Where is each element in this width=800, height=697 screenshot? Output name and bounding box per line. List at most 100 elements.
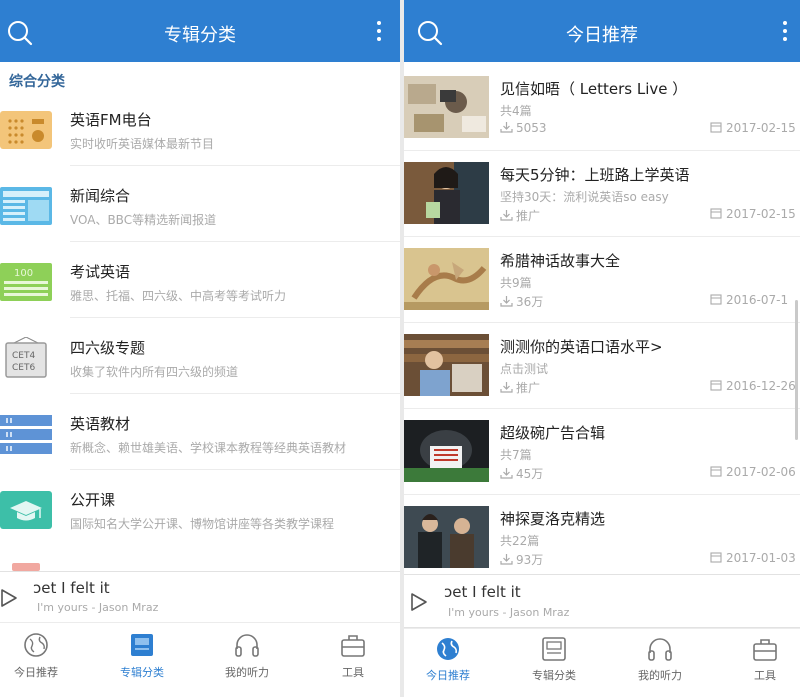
more-options-icon[interactable]	[374, 21, 384, 45]
tab-tools[interactable]: 工具	[715, 629, 800, 697]
publish-date: 2017-02-15	[710, 121, 796, 135]
album-subtitle: 坚持30天：流利说英语so easy	[500, 190, 669, 204]
headphones-icon	[648, 638, 672, 661]
album-icon	[542, 637, 566, 661]
page-title: 今日推荐	[566, 25, 638, 46]
category-description: 雅思、托福、四六级、中高考等考试听力	[70, 289, 287, 303]
download-icon	[500, 296, 513, 307]
download-icon	[500, 122, 513, 133]
mini-player[interactable]: ɔet I felt it I'm yours - Jason Mraz	[404, 574, 800, 628]
calendar-icon	[710, 466, 722, 477]
globe-icon	[24, 633, 48, 657]
tab-today[interactable]: 今日推荐	[0, 623, 86, 695]
category-name: 公开课	[70, 491, 116, 509]
toolbox-icon	[753, 639, 777, 661]
category-item-fm-radio[interactable]: 英语FM电台 实时收听英语媒体最新节目	[0, 109, 400, 185]
mini-player[interactable]: ɔet I felt it I'm yours - Jason Mraz	[0, 571, 400, 623]
publish-date: 2017-02-15	[710, 207, 796, 221]
now-playing-title: ɔet I felt it	[444, 583, 521, 601]
partial-category-icon	[12, 563, 40, 571]
now-playing-artist: I'm yours - Jason Mraz	[448, 606, 570, 619]
download-icon	[500, 468, 513, 479]
tab-today[interactable]: 今日推荐	[404, 629, 498, 697]
headphones-icon	[235, 634, 259, 657]
tab-my-listening[interactable]: 我的听力	[610, 629, 710, 697]
divider	[70, 317, 400, 318]
category-name: 英语教材	[70, 415, 131, 433]
album-item[interactable]: 超级碗广告合辑 共7篇 45万 2017-02-06	[404, 420, 800, 506]
svg-text:CET6: CET6	[12, 363, 35, 373]
more-options-icon[interactable]	[780, 21, 790, 45]
calendar-icon	[710, 294, 722, 305]
globe-icon	[437, 638, 459, 660]
scrollbar[interactable]	[795, 300, 798, 440]
download-count: 93万	[500, 551, 543, 568]
category-item-open-courses[interactable]: 公开课 国际知名大学公开课、博物馆讲座等各类教学课程	[0, 489, 400, 565]
album-subtitle: 共7篇	[500, 448, 532, 462]
play-icon[interactable]	[0, 588, 18, 608]
category-item-news[interactable]: 新闻综合 VOA、BBC等精选新闻报道	[0, 185, 400, 261]
album-cover	[404, 420, 489, 482]
svg-text:100: 100	[14, 268, 33, 279]
today-recommend-screen: 今日推荐 见信如晤（ Letters Live ） 共4篇 5053 2017-…	[404, 0, 800, 697]
album-cover	[404, 506, 489, 568]
calendar-icon	[710, 208, 722, 219]
category-name: 新闻综合	[70, 187, 131, 205]
album-subtitle: 共9篇	[500, 276, 532, 290]
album-icon	[131, 634, 153, 656]
publish-date: 2016-07-1	[710, 293, 788, 307]
top-bar: 专辑分类	[0, 0, 400, 62]
bottom-tab-bar: 今日推荐 专辑分类 我的听力 工具	[404, 628, 800, 697]
divider	[404, 150, 800, 151]
publish-date: 2016-12-26	[710, 379, 796, 393]
calendar-icon	[710, 380, 722, 391]
bookshelf-icon	[0, 415, 52, 454]
calendar-icon	[710, 122, 722, 133]
category-item-exam-english[interactable]: 100 考试英语 雅思、托福、四六级、中高考等考试听力	[0, 261, 400, 337]
album-title: 测测你的英语口语水平>	[500, 338, 663, 356]
album-cover	[404, 248, 489, 310]
divider	[70, 393, 400, 394]
tab-albums[interactable]: 专辑分类	[504, 629, 604, 697]
svg-text:CET4: CET4	[12, 351, 35, 361]
album-cover	[404, 334, 489, 396]
album-title: 见信如晤（ Letters Live ）	[500, 80, 688, 98]
category-item-cet[interactable]: CET4 CET6 四六级专题 收集了软件内所有四六级的频道	[0, 337, 400, 413]
album-item[interactable]: 每天5分钟：上班路上学英语 坚持30天：流利说英语so easy 推广 2017…	[404, 162, 800, 248]
album-item[interactable]: 希腊神话故事大全 共9篇 36万 2016-07-1	[404, 248, 800, 334]
publish-date: 2017-02-06	[710, 465, 796, 479]
album-item[interactable]: 见信如晤（ Letters Live ） 共4篇 5053 2017-02-15	[404, 76, 800, 162]
download-icon	[500, 210, 513, 221]
tab-my-listening[interactable]: 我的听力	[197, 623, 297, 695]
album-title: 神探夏洛克精选	[500, 510, 606, 528]
divider	[70, 241, 400, 242]
category-description: 新概念、赖世雄美语、学校课本教程等经典英语教材	[70, 441, 347, 455]
page-title: 专辑分类	[164, 25, 236, 46]
divider	[404, 494, 800, 495]
divider	[70, 469, 400, 470]
album-cover	[404, 162, 489, 224]
tab-albums[interactable]: 专辑分类	[92, 623, 192, 695]
now-playing-artist: I'm yours - Jason Mraz	[37, 601, 159, 614]
album-title: 每天5分钟：上班路上学英语	[500, 166, 690, 184]
download-count: 45万	[500, 465, 543, 482]
category-description: 收集了软件内所有四六级的频道	[70, 365, 239, 379]
album-cover	[404, 76, 489, 138]
publish-date: 2017-01-03	[710, 551, 796, 565]
divider	[404, 236, 800, 237]
play-icon[interactable]	[410, 592, 428, 612]
now-playing-title: ɔet I felt it	[33, 579, 110, 597]
category-item-textbooks[interactable]: 英语教材 新概念、赖世雄美语、学校课本教程等经典英语教材	[0, 413, 400, 489]
top-bar: 今日推荐	[404, 0, 800, 62]
graduation-cap-icon	[0, 491, 52, 529]
tab-tools[interactable]: 工具	[303, 623, 400, 695]
download-count: 5053	[500, 121, 547, 135]
category-name: 英语FM电台	[70, 111, 152, 129]
album-subtitle: 共4篇	[500, 104, 532, 118]
radio-icon	[0, 111, 52, 149]
album-item[interactable]: 测测你的英语口语水平> 点击测试 推广 2016-12-26	[404, 334, 800, 420]
toolbox-icon	[341, 635, 365, 657]
download-count: 推广	[500, 379, 540, 396]
bottom-tab-bar: 今日推荐 专辑分类 我的听力 工具	[0, 622, 400, 697]
divider	[404, 322, 800, 323]
